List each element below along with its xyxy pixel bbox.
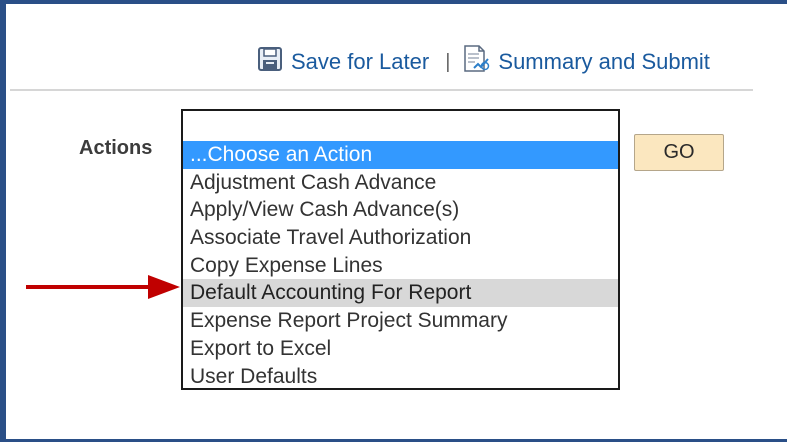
- action-option[interactable]: ...Choose an Action: [183, 141, 618, 169]
- go-button[interactable]: GO: [634, 134, 724, 171]
- actions-options: ...Choose an Action Adjustment Cash Advan…: [183, 141, 618, 390]
- action-option[interactable]: Associate Travel Authorization: [183, 224, 618, 252]
- action-option[interactable]: Expense Report Project Summary: [183, 307, 618, 335]
- action-option[interactable]: Apply/View Cash Advance(s): [183, 196, 618, 224]
- save-for-later-label: Save for Later: [291, 49, 430, 74]
- action-option[interactable]: Default Accounting For Report: [183, 279, 618, 308]
- floppy-disk-icon: [257, 46, 283, 78]
- save-for-later-link[interactable]: Save for Later: [257, 46, 429, 78]
- summary-and-submit-label: Summary and Submit: [498, 49, 710, 74]
- actions-dropdown-list[interactable]: ...Choose an Action Adjustment Cash Advan…: [181, 109, 620, 390]
- action-option[interactable]: Export to Excel: [183, 335, 618, 363]
- action-option[interactable]: Adjustment Cash Advance: [183, 169, 618, 197]
- summary-and-submit-link[interactable]: Summary and Submit: [462, 44, 710, 80]
- red-arrow-icon: [26, 275, 180, 299]
- action-option[interactable]: Copy Expense Lines: [183, 252, 618, 280]
- document-submit-icon: [462, 44, 490, 80]
- toolbar-separator: |: [445, 50, 451, 73]
- toolbar: Save for Later | Summary and Submit: [257, 44, 710, 80]
- actions-label: Actions: [79, 137, 153, 159]
- action-option[interactable]: User Defaults: [183, 363, 618, 391]
- divider: [10, 89, 753, 91]
